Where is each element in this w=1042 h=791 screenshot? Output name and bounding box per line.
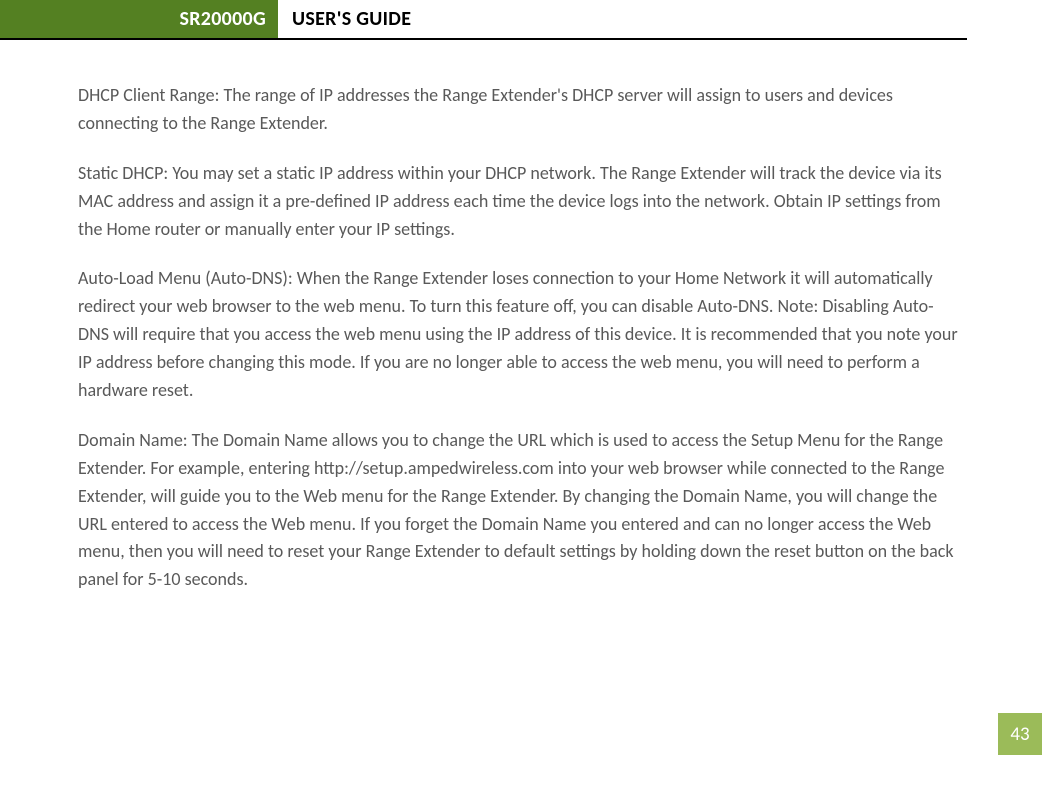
page-number: 43 [1010,723,1029,746]
page-number-badge: 43 [998,713,1042,755]
product-model: SR20000G [179,7,266,31]
document-body: DHCP Client Range: The range of IP addre… [0,40,1042,594]
paragraph-domain-name: Domain Name: The Domain Name allows you … [78,427,964,594]
document-title: USER'S GUIDE [278,0,411,38]
product-model-badge: SR20000G [0,0,278,38]
paragraph-dhcp-client-range: DHCP Client Range: The range of IP addre… [78,82,964,138]
document-title-text: USER'S GUIDE [292,7,411,31]
paragraph-auto-load-menu: Auto-Load Menu (Auto-DNS): When the Rang… [78,265,964,404]
document-header: SR20000G USER'S GUIDE [0,0,967,40]
paragraph-static-dhcp: Static DHCP: You may set a static IP add… [78,160,964,244]
